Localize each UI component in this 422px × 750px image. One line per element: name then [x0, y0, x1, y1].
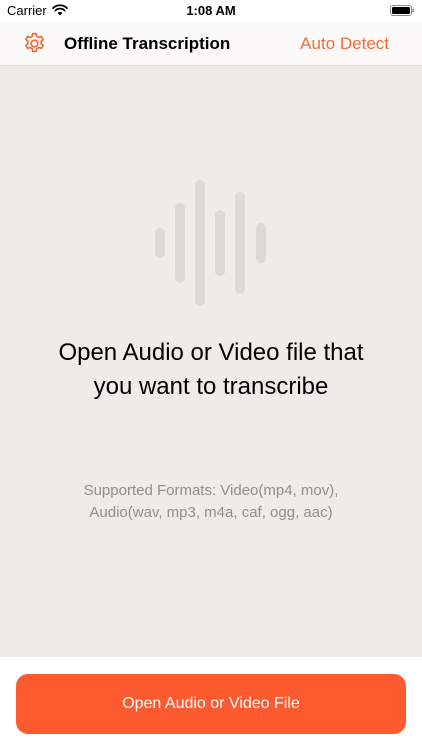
status-bar: Carrier 1:08 AM — [0, 0, 422, 22]
supported-formats-text: Supported Formats: Video(mp4, mov), Audi… — [83, 482, 339, 521]
gear-icon — [25, 32, 44, 53]
open-file-button-label: Open Audio or Video File — [122, 695, 300, 712]
waveform-icon — [155, 180, 266, 306]
bottom-panel: Open Audio or Video File — [0, 657, 422, 750]
page-title: Offline Transcription — [64, 34, 231, 53]
auto-detect-button[interactable]: Auto Detect — [300, 34, 389, 54]
open-file-button[interactable]: Open Audio or Video File — [16, 674, 406, 734]
settings-button[interactable] — [22, 31, 47, 56]
battery-icon — [390, 5, 414, 16]
status-time: 1:08 AM — [186, 3, 236, 18]
empty-state-title: Open Audio or Video file that you want t… — [58, 339, 364, 400]
nav-bar: Offline Transcription Auto Detect — [0, 22, 422, 66]
